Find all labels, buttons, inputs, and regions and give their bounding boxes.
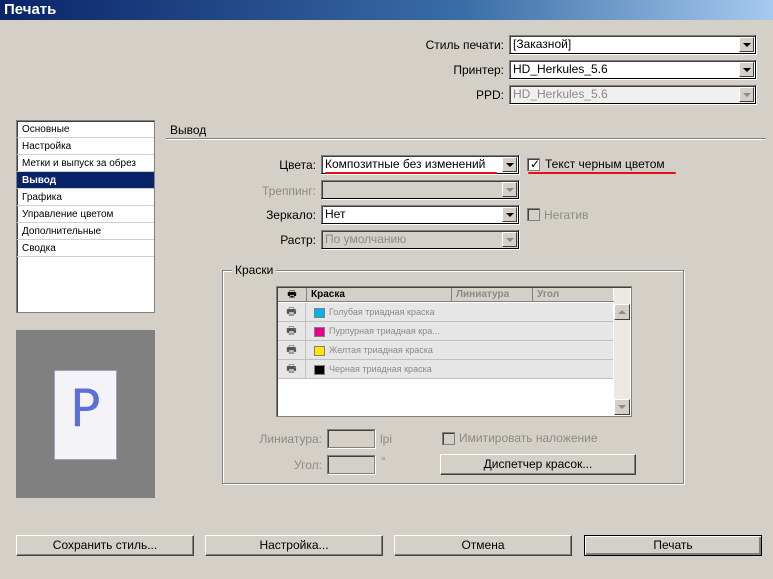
chevron-down-icon: [502, 232, 517, 247]
chevron-down-icon[interactable]: [739, 62, 754, 77]
ink-swatch: [314, 327, 325, 337]
colors-value: Композитные без изменений: [325, 157, 486, 171]
mirror-select[interactable]: Нет: [321, 205, 519, 224]
ink-row[interactable]: 🖶 Черная триадная краска: [278, 360, 613, 379]
printer-icon: 🖶: [278, 288, 307, 302]
chevron-down-icon[interactable]: [739, 37, 754, 52]
ink-manager-button[interactable]: Диспетчер красок...: [440, 454, 636, 475]
inks-group-title: Краски: [232, 263, 277, 277]
screen-label: Растр:: [280, 233, 316, 247]
negative-label: Негатив: [544, 208, 589, 222]
ppd-label: PPD:: [475, 88, 504, 102]
preview-glyph: P: [69, 379, 102, 439]
chevron-down-icon[interactable]: [502, 157, 517, 172]
annotation-underline: [528, 172, 676, 174]
printer-select[interactable]: HD_Herkules_5.6: [509, 60, 756, 79]
ink-row[interactable]: 🖶 Желтая триадная краска: [278, 341, 613, 360]
ink-name: Голубая триадная краска: [329, 307, 435, 317]
frequency-label: Линиатура:: [259, 432, 323, 446]
category-item-summary[interactable]: Сводка: [17, 240, 154, 257]
ppd-value: HD_Herkules_5.6: [513, 87, 608, 101]
cancel-button[interactable]: Отмена: [394, 535, 572, 556]
angle-label: Угол:: [294, 458, 322, 472]
ppd-select: HD_Herkules_5.6: [509, 85, 756, 104]
chevron-down-icon: [739, 87, 754, 102]
print-button[interactable]: Печать: [584, 535, 762, 556]
print-style-value: [Заказной]: [513, 37, 572, 51]
frequency-field: [327, 429, 375, 448]
category-item-marks[interactable]: Метки и выпуск за обрез: [17, 155, 154, 172]
inks-scrollbar[interactable]: [614, 288, 630, 415]
ink-print-icon[interactable]: 🖶: [278, 341, 306, 359]
ink-name: Желтая триадная краска: [329, 345, 433, 355]
annotation-underline: [325, 172, 497, 174]
inks-table[interactable]: 🖶 Краска Линиатура Угол 🖶 Голубая триадн…: [276, 286, 632, 417]
section-title: Вывод: [170, 123, 207, 137]
category-list[interactable]: Основные Настройка Метки и выпуск за обр…: [16, 120, 155, 313]
section-divider: [166, 138, 766, 140]
ink-print-icon[interactable]: 🖶: [278, 360, 306, 378]
print-style-select[interactable]: [Заказной]: [509, 35, 756, 54]
ink-name: Пурпурная триадная кра...: [329, 326, 440, 336]
trapping-label: Треппинг:: [261, 184, 316, 198]
trapping-select: [321, 180, 519, 199]
column-frequency[interactable]: Линиатура: [452, 288, 533, 302]
ink-swatch: [314, 365, 325, 375]
checkmark-icon: ✓: [530, 157, 541, 171]
category-item-color-management[interactable]: Управление цветом: [17, 206, 154, 223]
column-ink[interactable]: Краска: [307, 288, 452, 302]
colors-label: Цвета:: [279, 158, 316, 172]
ink-row[interactable]: 🖶 Пурпурная триадная кра...: [278, 322, 613, 341]
ink-swatch: [314, 346, 325, 356]
ink-row[interactable]: 🖶 Голубая триадная краска: [278, 303, 613, 322]
ink-name: Черная триадная краска: [329, 364, 432, 374]
ink-print-icon[interactable]: 🖶: [278, 303, 306, 321]
category-item-output[interactable]: Вывод: [17, 172, 154, 189]
frequency-unit: lpi: [380, 432, 393, 446]
inks-table-header: 🖶 Краска Линиатура Угол: [278, 288, 615, 302]
printer-value: HD_Herkules_5.6: [513, 62, 608, 76]
angle-field: [327, 455, 375, 474]
simulate-overprint-label: Имитировать наложение: [459, 431, 598, 445]
printer-label: Принтер:: [453, 63, 504, 77]
print-style-label: Стиль печати:: [425, 38, 504, 52]
ink-swatch: [314, 308, 325, 318]
ink-print-icon[interactable]: 🖶: [278, 322, 306, 340]
column-angle[interactable]: Угол: [533, 288, 615, 302]
chevron-down-icon: [502, 182, 517, 197]
black-text-checkbox[interactable]: ✓: [527, 158, 540, 171]
category-item-basic[interactable]: Основные: [17, 121, 154, 138]
category-item-graphics[interactable]: Графика: [17, 189, 154, 206]
setup-button[interactable]: Настройка...: [205, 535, 383, 556]
screen-select: По умолчанию: [321, 230, 519, 249]
page-preview: P: [16, 330, 155, 498]
chevron-down-icon[interactable]: [502, 207, 517, 222]
scroll-down-icon[interactable]: [614, 399, 630, 415]
simulate-overprint-checkbox: [442, 432, 455, 445]
scroll-up-icon[interactable]: [614, 304, 630, 320]
category-item-setup[interactable]: Настройка: [17, 138, 154, 155]
save-style-button[interactable]: Сохранить стиль...: [16, 535, 194, 556]
window-title: Печать: [0, 0, 773, 20]
mirror-value: Нет: [325, 207, 346, 221]
negative-checkbox: [527, 208, 540, 221]
black-text-label[interactable]: Текст черным цветом: [545, 157, 665, 171]
preview-page: P: [54, 370, 117, 460]
mirror-label: Зеркало:: [266, 208, 316, 222]
angle-unit: °: [381, 454, 386, 468]
category-item-advanced[interactable]: Дополнительные: [17, 223, 154, 240]
screen-value: По умолчанию: [325, 232, 407, 246]
